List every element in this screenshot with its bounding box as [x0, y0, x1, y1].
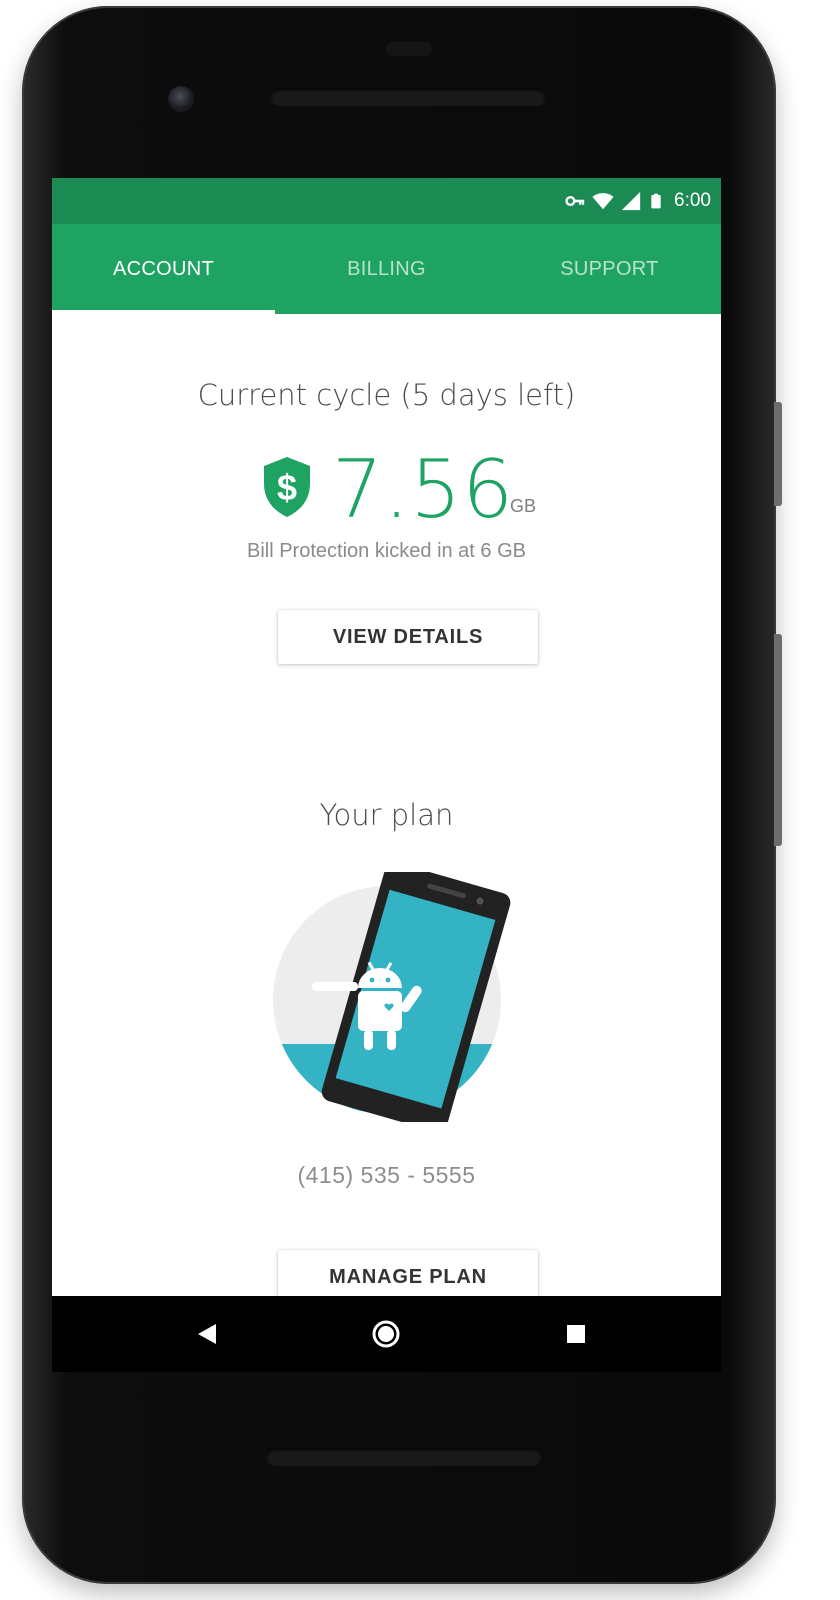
status-bar: 6:00 [52, 178, 721, 224]
top-speaker-grille [270, 88, 546, 106]
vpn-key-icon [565, 195, 585, 207]
wifi-icon [592, 193, 614, 210]
back-icon[interactable] [188, 1316, 224, 1352]
app-screen: 6:00 ACCOUNT BILLING SUPPORT Current cyc… [52, 178, 721, 1296]
manage-plan-button[interactable]: MANAGE PLAN [278, 1250, 538, 1296]
phone-number: (415) 535 - 5555 [297, 1162, 476, 1188]
cycle-title: Current cycle (5 days left) [197, 378, 576, 412]
navigation-bar [52, 1296, 721, 1372]
top-earpiece [386, 42, 432, 56]
shield-dollar-icon: $ [264, 457, 310, 517]
recents-icon[interactable] [558, 1316, 594, 1352]
battery-icon [651, 193, 661, 209]
power-button [774, 402, 782, 506]
selected-tab-indicator [52, 310, 275, 314]
tab-support[interactable]: SUPPORT [498, 224, 721, 314]
view-details-button[interactable]: VIEW DETAILS [278, 610, 538, 664]
bill-protection-note: Bill Protection kicked in at 6 GB [246, 540, 526, 562]
tab-billing[interactable]: BILLING [275, 224, 498, 314]
bottom-speaker-grille [266, 1448, 542, 1466]
usage-unit: GB [510, 496, 537, 516]
volume-button [774, 634, 782, 846]
usage-summary: $ 7.56 GB [52, 442, 721, 538]
svg-text:$: $ [277, 467, 297, 508]
usage-value: 7.56 [332, 443, 515, 536]
tab-account[interactable]: ACCOUNT [52, 224, 275, 314]
status-time: 6:00 [674, 190, 711, 211]
plan-title: Your plan [319, 798, 454, 832]
tab-bar: ACCOUNT BILLING SUPPORT [52, 224, 721, 314]
cellular-signal-icon [621, 191, 641, 211]
status-icons: 6:00 [564, 190, 711, 212]
android-phone-illustration [273, 872, 511, 1122]
home-icon[interactable] [368, 1316, 404, 1352]
device-frame: 6:00 ACCOUNT BILLING SUPPORT Current cyc… [0, 0, 840, 1600]
front-camera [168, 86, 194, 112]
